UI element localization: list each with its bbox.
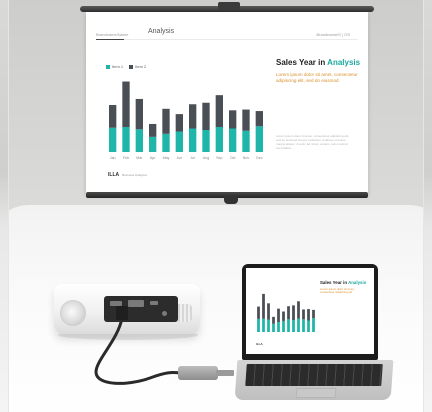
laptop-display: Sales Year in Analysis Lorem ipsum dolor… [246, 268, 374, 354]
laptop-bar-jun-2 [282, 311, 285, 321]
laptop-bar-jan-1 [257, 318, 260, 332]
laptop-bar-nov-1 [307, 320, 310, 332]
laptop-bar-feb-1 [262, 318, 265, 332]
laptop-bar-jul-1 [287, 319, 290, 332]
laptop-screen: Sales Year in Analysis Lorem ipsum dolor… [242, 264, 378, 360]
laptop-bar-mar-2 [267, 303, 270, 320]
laptop-bar-mar-1 [267, 319, 270, 332]
laptop-trackpad [295, 388, 337, 398]
laptop-bar-dec-1 [312, 318, 315, 332]
laptop-bar-sep-1 [297, 318, 300, 332]
laptop-bar-aug-2 [292, 305, 295, 321]
laptop-keyboard [245, 364, 383, 386]
laptop-subtitle: Lorem ipsum dolor sit amet, consectetur … [320, 287, 355, 295]
laptop-bar-nov-2 [307, 309, 310, 321]
laptop-headline: Sales Year in Analysis [320, 280, 367, 285]
laptop-bar-chart [257, 293, 315, 332]
laptop-bar-feb-2 [262, 293, 265, 319]
laptop-bar-dec-2 [312, 309, 315, 319]
laptop-bar-may-2 [277, 308, 280, 323]
laptop-bar-oct-2 [302, 309, 305, 320]
laptop-bar-may-1 [277, 322, 280, 332]
laptop-footer: ILLA [256, 342, 263, 346]
laptop-bar-jun-1 [282, 320, 285, 332]
usb-c-hdmi-adapter [178, 366, 218, 380]
laptop-bar-jul-2 [287, 306, 290, 320]
laptop-bar-apr-2 [272, 316, 275, 324]
laptop-bar-sep-2 [297, 301, 300, 319]
laptop-bar-jan-2 [257, 306, 260, 319]
laptop-bar-aug-1 [292, 320, 295, 332]
usb-c-connector [216, 370, 234, 376]
laptop-bar-oct-1 [302, 319, 305, 332]
laptop-bar-apr-1 [272, 323, 275, 332]
